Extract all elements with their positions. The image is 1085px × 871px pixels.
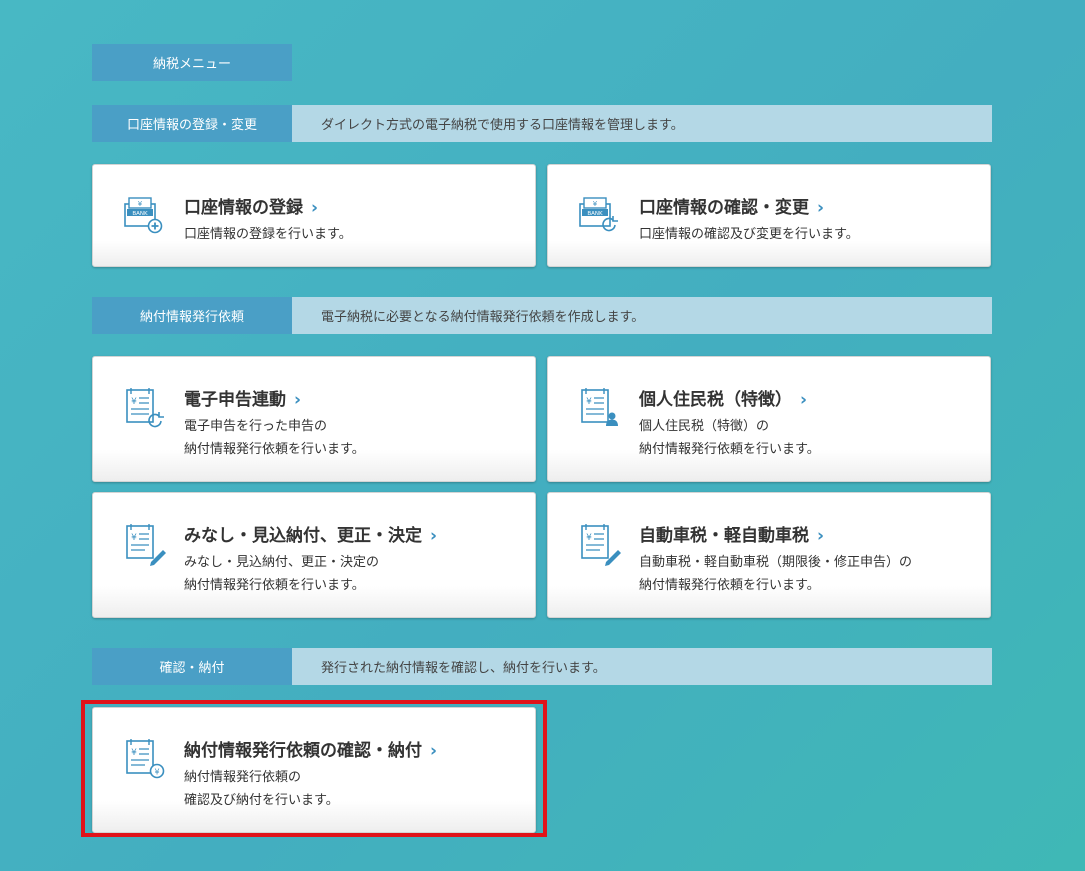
- document-pen-icon: ¥: [126, 524, 166, 566]
- card-description: 口座情報の確認及び変更を行います。: [639, 227, 859, 242]
- document-person-icon: ¥: [581, 388, 618, 426]
- card-description-line1: 納付情報発行依頼の: [184, 770, 302, 785]
- svg-text:BANK: BANK: [587, 211, 603, 217]
- card-confirm-payment[interactable]: ¥ ¥ 納付情報発行依頼の確認・納付 › 納付情報発行依頼の 確認及び納付を行いま…: [92, 707, 536, 833]
- card-description-line2: 納付情報発行依頼を行います。: [184, 442, 365, 457]
- section-account: 口座情報の登録・変更 ダイレクト方式の電子納税で使用する口座情報を管理します。: [92, 105, 992, 142]
- document-refresh-icon: ¥: [126, 388, 164, 428]
- bank-add-icon: ¥ BANK: [124, 197, 163, 234]
- svg-text:¥: ¥: [586, 397, 592, 407]
- chevron-right-icon: ›: [817, 198, 825, 218]
- chevron-right-icon: ›: [430, 526, 438, 546]
- svg-text:¥: ¥: [138, 200, 143, 208]
- section-confirm: 確認・納付 発行された納付情報を確認し、納付を行います。: [92, 648, 992, 685]
- section-label: 確認・納付: [92, 648, 292, 685]
- card-automobile-tax[interactable]: ¥ 自動車税・軽自動車税 › 自動車税・軽自動車税（期限後・修正申告）の 納付情報…: [547, 492, 991, 618]
- card-e-filing[interactable]: ¥ 電子申告連動 › 電子申告を行った申告の 納付情報発行依頼を行います。: [92, 356, 536, 482]
- card-description-line1: 電子申告を行った申告の: [184, 419, 328, 434]
- card-title[interactable]: 個人住民税（特徴） ›: [639, 385, 807, 410]
- menu-tag: 納税メニュー: [92, 44, 292, 81]
- card-title[interactable]: 口座情報の確認・変更 ›: [639, 193, 824, 218]
- section-description: 電子納税に必要となる納付情報発行依頼を作成します。: [292, 297, 992, 334]
- svg-text:¥: ¥: [154, 768, 159, 777]
- svg-text:¥: ¥: [593, 200, 598, 208]
- svg-text:BANK: BANK: [132, 211, 148, 217]
- card-account-register[interactable]: ¥ BANK 口座情報の登録 › 口座情報の登録を行います。: [92, 164, 536, 267]
- section-issue: 納付情報発行依頼 電子納税に必要となる納付情報発行依頼を作成します。: [92, 297, 992, 334]
- card-account-change[interactable]: ¥ BANK 口座情報の確認・変更 › 口座情報の確認及び変更を行います。: [547, 164, 991, 267]
- chevron-right-icon: ›: [311, 198, 319, 218]
- chevron-right-icon: ›: [294, 390, 302, 410]
- section-description: ダイレクト方式の電子納税で使用する口座情報を管理します。: [292, 105, 992, 142]
- svg-text:¥: ¥: [131, 397, 137, 407]
- bank-refresh-icon: ¥ BANK: [579, 197, 618, 232]
- card-description-line1: 自動車税・軽自動車税（期限後・修正申告）の: [639, 555, 913, 570]
- card-description-line1: 個人住民税（特徴）の: [639, 419, 770, 434]
- svg-text:¥: ¥: [586, 533, 592, 543]
- card-title[interactable]: 電子申告連動 ›: [184, 385, 301, 410]
- document-pen-icon: ¥: [581, 524, 621, 566]
- card-description: 口座情報の登録を行います。: [184, 227, 352, 242]
- card-resident-tax[interactable]: ¥ 個人住民税（特徴） › 個人住民税（特徴）の 納付情報発行依頼を行います。: [547, 356, 991, 482]
- section-description: 発行された納付情報を確認し、納付を行います。: [292, 648, 992, 685]
- card-description-line2: 納付情報発行依頼を行います。: [639, 578, 820, 593]
- card-title[interactable]: 自動車税・軽自動車税 ›: [639, 521, 824, 546]
- chevron-right-icon: ›: [800, 390, 808, 410]
- card-description-line2: 納付情報発行依頼を行います。: [184, 578, 365, 593]
- card-title[interactable]: みなし・見込納付、更正・決定 ›: [184, 521, 437, 546]
- card-description-line2: 確認及び納付を行います。: [184, 793, 339, 808]
- section-label: 口座情報の登録・変更: [92, 105, 292, 142]
- chevron-right-icon: ›: [430, 741, 438, 761]
- card-title[interactable]: 口座情報の登録 ›: [184, 193, 318, 218]
- document-yen-icon: ¥ ¥: [126, 739, 165, 779]
- svg-text:¥: ¥: [131, 748, 137, 758]
- svg-text:¥: ¥: [131, 533, 137, 543]
- card-description-line2: 納付情報発行依頼を行います。: [639, 442, 820, 457]
- section-label: 納付情報発行依頼: [92, 297, 292, 334]
- card-deemed-payment[interactable]: ¥ みなし・見込納付、更正・決定 › みなし・見込納付、更正・決定の 納付情報発行…: [92, 492, 536, 618]
- card-title[interactable]: 納付情報発行依頼の確認・納付 ›: [184, 736, 437, 761]
- card-description-line1: みなし・見込納付、更正・決定の: [184, 555, 380, 570]
- chevron-right-icon: ›: [817, 526, 825, 546]
